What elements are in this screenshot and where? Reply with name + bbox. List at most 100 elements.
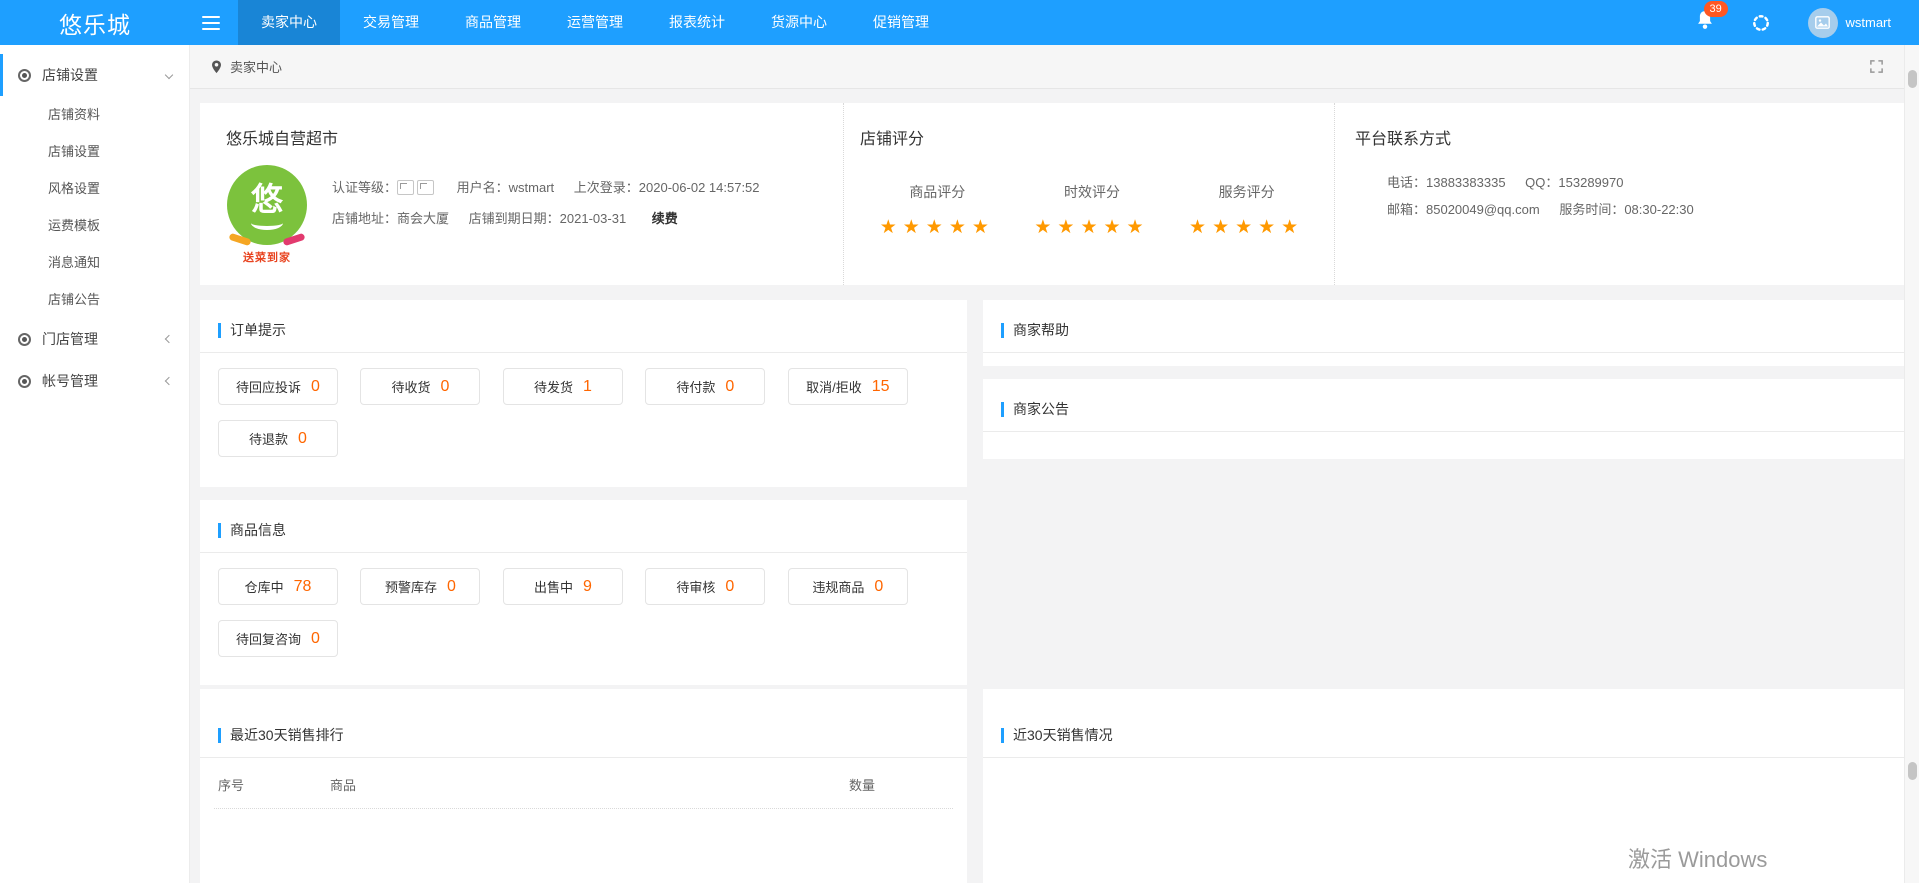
renew-link[interactable]: 续费 [652, 211, 678, 226]
star-rating: ★★★★★ [1034, 216, 1149, 239]
breadcrumb-bar: 卖家中心 [190, 45, 1904, 89]
order-tips-card: 订单提示 待回应投诉0 待收货0 待发货1 待付款0 取消/拒收15 待退款0 [200, 300, 967, 487]
store-overview-card: 悠乐城自营超市 悠 送菜到家 认证等级： 用户名：wstmart 上次登录：20… [200, 103, 1905, 285]
divider [983, 757, 1905, 758]
stat-pending-inquiries[interactable]: 待回复咨询0 [218, 620, 338, 657]
stat-awaiting-receipt[interactable]: 待收货0 [360, 368, 480, 405]
contact-line-2: 邮箱：85020049@qq.com 服务时间：08:30-22:30 [1387, 196, 1905, 223]
divider [200, 552, 967, 553]
store-logo: 悠 送菜到家 [226, 165, 308, 265]
username-label: wstmart [1846, 15, 1892, 30]
stat-cancelled-rejected[interactable]: 取消/拒收15 [788, 368, 908, 405]
sidebar-item-freight-template[interactable]: 运费模板 [0, 207, 189, 244]
chevron-left-icon [165, 377, 173, 385]
nav-goods-management[interactable]: 商品管理 [442, 0, 544, 45]
notification-badge: 39 [1704, 1, 1728, 17]
divider [983, 352, 1905, 353]
vertical-scrollbar[interactable] [1904, 45, 1919, 883]
store-info-line-1: 认证等级： 用户名：wstmart 上次登录：2020-06-02 14:57:… [332, 172, 776, 203]
column-header-goods: 商品 [330, 775, 849, 794]
stat-pending-review[interactable]: 待审核0 [645, 568, 765, 605]
topbar: 悠乐城 卖家中心 交易管理 商品管理 运营管理 报表统计 货源中心 促销管理 3… [0, 0, 1919, 45]
stat-awaiting-shipment[interactable]: 待发货1 [503, 368, 623, 405]
menu-toggle-icon[interactable] [202, 16, 220, 30]
star-rating: ★★★★★ [1189, 216, 1304, 239]
sidebar-item-shop-settings[interactable]: 店铺设置 [0, 133, 189, 170]
cert-badge-icon [397, 180, 414, 195]
stat-on-sale[interactable]: 出售中9 [503, 568, 623, 605]
sidebar-group-shop-settings[interactable]: 店铺设置 [0, 54, 189, 96]
store-logo-character: 悠 [227, 174, 307, 220]
store-logo-caption: 送菜到家 [226, 249, 308, 265]
store-address: 店铺地址：商会大厦 [332, 211, 449, 226]
fullscreen-toggle-icon[interactable] [1869, 59, 1884, 74]
platform-contact-section: 平台联系方式 电话：13883383335 QQ：153289970 邮箱：85… [1335, 103, 1905, 285]
stat-violation-goods[interactable]: 违规商品0 [788, 568, 908, 605]
brand-logo[interactable]: 悠乐城 [0, 6, 190, 40]
smile-icon [251, 216, 283, 230]
store-expire-date: 店铺到期日期：2021-03-31 [469, 211, 627, 226]
store-info-line-2: 店铺地址：商会大厦 店铺到期日期：2021-03-31 续费 [332, 203, 776, 234]
sidebar-group-label: 门店管理 [42, 329, 98, 349]
column-header-quantity: 数量 [849, 775, 949, 794]
panel-title: 订单提示 [218, 323, 286, 338]
contact-title: 平台联系方式 [1355, 125, 1905, 149]
merchant-notice-card: 商家公告 [983, 379, 1905, 459]
user-menu[interactable]: wstmart [1808, 8, 1892, 38]
ribbon-icon [228, 233, 251, 246]
picture-icon [1815, 16, 1830, 29]
panel-title: 商品信息 [218, 523, 286, 538]
top-navigation: 卖家中心 交易管理 商品管理 运营管理 报表统计 货源中心 促销管理 [238, 0, 952, 45]
sidebar-item-style-settings[interactable]: 风格设置 [0, 170, 189, 207]
panel-title: 最近30天销售排行 [218, 728, 344, 743]
scrollbar-thumb[interactable] [1908, 70, 1917, 88]
contact-hours: 服务时间：08:30-22:30 [1559, 202, 1693, 217]
stat-awaiting-refund[interactable]: 待退款0 [218, 420, 338, 457]
stat-low-stock[interactable]: 预警库存0 [360, 568, 480, 605]
store-logo-circle: 悠 [227, 165, 307, 245]
star-rating: ★★★★★ [880, 216, 995, 239]
panel-title: 商家公告 [1001, 402, 1069, 417]
scrollbar-thumb[interactable] [1908, 762, 1917, 780]
chevron-down-icon [165, 71, 173, 79]
nav-promotion-management[interactable]: 促销管理 [850, 0, 952, 45]
store-name: 悠乐城自营超市 [226, 125, 843, 149]
sidebar-item-message-notice[interactable]: 消息通知 [0, 244, 189, 281]
rating-service: 服务评分 ★★★★★ [1189, 182, 1304, 239]
bullseye-icon [18, 375, 31, 388]
nav-seller-center[interactable]: 卖家中心 [238, 0, 340, 45]
rating-goods: 商品评分 ★★★★★ [880, 182, 995, 239]
notification-bell-icon[interactable]: 39 [1696, 10, 1714, 35]
nav-supply-center[interactable]: 货源中心 [748, 0, 850, 45]
breadcrumb: 卖家中心 [210, 57, 282, 76]
panel-title: 近30天销售情况 [1001, 728, 1113, 743]
sales-rank-card: 最近30天销售排行 序号 商品 数量 [200, 689, 967, 883]
sidebar-group-account-management[interactable]: 帐号管理 [0, 360, 189, 402]
sidebar-group-label: 帐号管理 [42, 371, 98, 391]
sidebar-group-store-management[interactable]: 门店管理 [0, 318, 189, 360]
store-rating-section: 店铺评分 商品评分 ★★★★★ 时效评分 ★★★★★ 服务评分 ★★★★★ [843, 103, 1335, 285]
sidebar-item-shop-profile[interactable]: 店铺资料 [0, 96, 189, 133]
store-username: 用户名：wstmart [457, 180, 555, 195]
nav-trade-management[interactable]: 交易管理 [340, 0, 442, 45]
breadcrumb-label: 卖家中心 [230, 57, 282, 76]
avatar [1808, 8, 1838, 38]
divider [200, 757, 967, 758]
ribbon-icon [282, 233, 305, 246]
rank-table-header: 序号 商品 数量 [200, 775, 967, 794]
column-header-index: 序号 [218, 775, 330, 794]
refresh-spinner-icon[interactable] [1752, 14, 1770, 32]
dotted-divider [214, 808, 953, 809]
nav-report-statistics[interactable]: 报表统计 [646, 0, 748, 45]
contact-phone: 电话：13883383335 [1387, 175, 1506, 190]
stat-awaiting-payment[interactable]: 待付款0 [645, 368, 765, 405]
stat-in-warehouse[interactable]: 仓库中78 [218, 568, 338, 605]
rating-title: 店铺评分 [860, 125, 1324, 149]
merchant-help-card: 商家帮助 [983, 300, 1905, 366]
sidebar-item-shop-announcement[interactable]: 店铺公告 [0, 281, 189, 318]
bullseye-icon [18, 333, 31, 346]
chevron-left-icon [165, 335, 173, 343]
stat-pending-complaints[interactable]: 待回应投诉0 [218, 368, 338, 405]
contact-qq: QQ：153289970 [1525, 175, 1623, 190]
nav-operation-management[interactable]: 运营管理 [544, 0, 646, 45]
